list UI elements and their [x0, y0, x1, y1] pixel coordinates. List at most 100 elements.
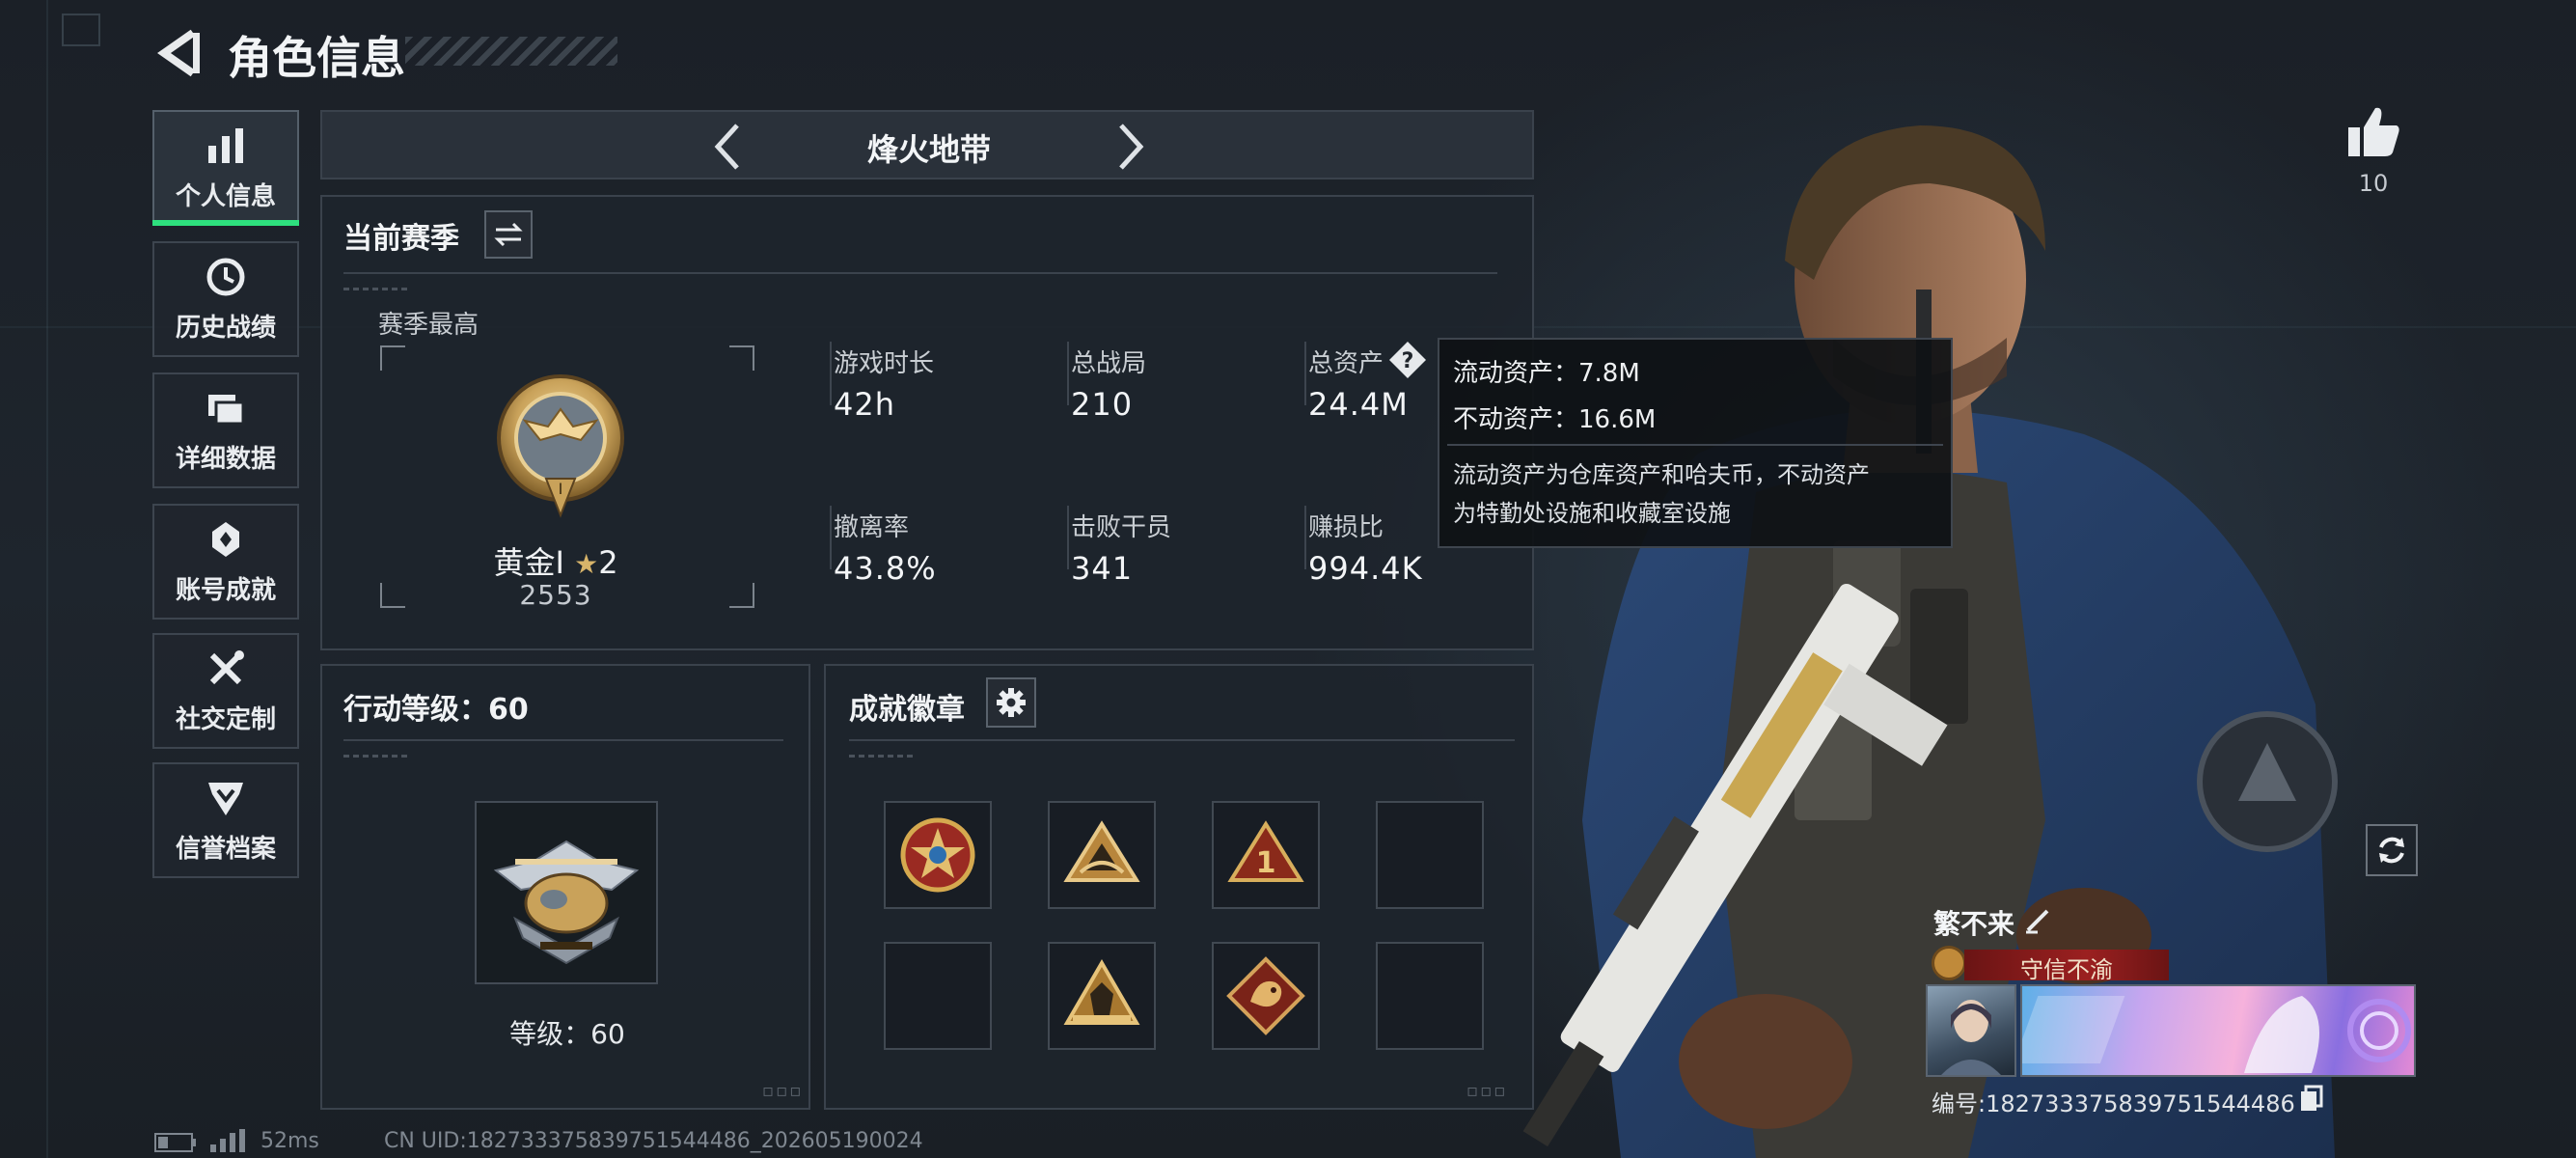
credit-icon — [208, 782, 243, 815]
achievements-mini-rule — [849, 755, 917, 758]
stat-label-total-matches: 总战局 — [1071, 349, 1147, 378]
stat-label-operators-defeated: 击败干员 — [1071, 513, 1172, 542]
action-level-emblem-frame[interactable] — [475, 801, 658, 984]
tooltip-description-2: 为特勤处设施和收藏室设施 — [1453, 500, 1731, 527]
badge-slot-empty[interactable] — [884, 942, 992, 1050]
stat-value-operators-defeated: 341 — [1071, 550, 1134, 587]
dragon-badge — [1226, 956, 1305, 1035]
sidebar-item-label: 详细数据 — [175, 444, 276, 474]
status-bar: 52ms CN UID:182733375839751544486_202605… — [154, 1129, 1602, 1154]
stat-divider — [1304, 342, 1306, 405]
helicopter-emblem — [493, 840, 640, 965]
assets-help-button[interactable]: ? — [1387, 340, 1428, 384]
clock-history-icon — [206, 258, 245, 295]
player-name: 繁不来 — [1933, 908, 2015, 940]
refresh-button[interactable] — [2366, 824, 2418, 876]
action-level-divider — [343, 739, 783, 741]
back-button[interactable] — [154, 27, 203, 79]
season-title: 当前赛季 — [343, 222, 459, 256]
swap-icon — [494, 222, 523, 247]
stat-label-extraction-rate: 撤离率 — [834, 513, 910, 542]
action-level-mini-rule — [343, 755, 411, 758]
ping-text: 52ms — [260, 1129, 319, 1153]
sidebar-item-label: 历史战绩 — [175, 313, 276, 343]
back-arrow-icon — [157, 29, 200, 77]
sidebar-item-social[interactable]: 社交定制 — [152, 633, 299, 749]
stat-label-playtime: 游戏时长 — [834, 349, 935, 378]
sidebar-item-label: 信誉档案 — [175, 834, 276, 864]
rank-emblem-gold: I — [497, 374, 624, 518]
stat-value-playtime: 42h — [834, 386, 895, 423]
next-mode-button[interactable] — [1110, 120, 1152, 174]
stat-divider — [1304, 506, 1306, 569]
banner-art — [2013, 996, 2411, 1073]
frame-corner — [729, 583, 754, 608]
player-avatar[interactable] — [1926, 984, 2016, 1077]
tooltip-fixed-assets: 不动资产：16.6M — [1453, 405, 1657, 434]
like-button[interactable] — [2344, 102, 2402, 160]
season-switch-button[interactable] — [484, 210, 533, 259]
stat-value-total-matches: 210 — [1071, 386, 1134, 423]
action-level-panel: 行动等级：60 等级：60 ▫▫▫ — [320, 664, 810, 1110]
player-card: 繁不来 守信不渝 编号:182733375839751544486 — [1926, 896, 2418, 1117]
season-divider — [343, 272, 1497, 274]
sidebar-item-label: 账号成就 — [175, 575, 276, 605]
stat-value-extraction-rate: 43.8% — [834, 550, 937, 587]
copy-id-button[interactable] — [2298, 1085, 2325, 1112]
stat-divider — [830, 342, 832, 405]
achievements-divider — [849, 739, 1515, 741]
stat-divider — [830, 506, 832, 569]
action-level-title: 行动等级：60 — [343, 693, 529, 727]
title-badge-text: 守信不渝 — [2020, 956, 2113, 983]
title-stripes — [405, 37, 617, 66]
signal-icon — [210, 1129, 245, 1152]
svg-text:?: ? — [1402, 349, 1414, 373]
star-emblem-badge — [900, 817, 975, 893]
tools-icon — [209, 649, 244, 684]
sidebar-item-credit[interactable]: 信誉档案 — [152, 762, 299, 878]
svg-text:I: I — [559, 480, 563, 498]
player-id: 编号:182733375839751544486 — [1932, 1090, 2295, 1117]
sidebar-item-detailed-data[interactable]: 详细数据 — [152, 372, 299, 488]
badge-slot[interactable]: 1 — [1212, 801, 1320, 909]
season-best-label: 赛季最高 — [378, 311, 480, 340]
badge-slot[interactable] — [1048, 942, 1156, 1050]
badge-slot[interactable] — [884, 801, 992, 909]
edit-name-button[interactable] — [2022, 903, 2055, 936]
achievements-settings-button[interactable] — [986, 677, 1036, 728]
sidebar-item-match-history[interactable]: 历史战绩 — [152, 241, 299, 357]
mode-title: 烽火地带 — [866, 131, 991, 168]
frame-corner — [729, 345, 754, 371]
player-banner[interactable] — [2013, 984, 2416, 1077]
stat-divider — [1067, 506, 1069, 569]
rank-name: 黄金Ⅰ — [493, 544, 564, 581]
badge-slot[interactable] — [1048, 801, 1156, 909]
chevron-right-icon — [1119, 124, 1144, 170]
rank-stars: 2 — [598, 544, 618, 581]
refresh-icon — [2379, 837, 2404, 864]
like-count: 10 — [2358, 170, 2389, 197]
number-one-badge: 1 — [1227, 820, 1304, 882]
achievement-icon — [212, 521, 239, 557]
sidebar-item-achievements[interactable]: 账号成就 — [152, 504, 299, 620]
pencil-icon — [2026, 909, 2049, 934]
sidebar-item-label: 社交定制 — [175, 704, 276, 734]
stat-label-total-assets: 总资产 — [1308, 349, 1384, 378]
action-level-label: 等级：60 — [509, 1018, 625, 1050]
rank-name-row: 黄金Ⅰ ★2 — [419, 538, 693, 583]
stat-label-profit-ratio: 赚损比 — [1308, 513, 1384, 542]
badge-slot[interactable] — [1212, 942, 1320, 1050]
rank-points: 2553 — [519, 579, 592, 611]
achievements-panel: 成就徽章 1 ▫▫▫ — [824, 664, 1534, 1110]
gear-icon — [997, 688, 1026, 717]
mode-selector: 烽火地带 — [320, 110, 1534, 179]
bar-chart-icon — [208, 127, 243, 163]
panel-corner-deco: ▫▫▫ — [762, 1081, 804, 1101]
assets-tooltip: 流动资产：7.8M 不动资产：16.6M 流动资产为仓库资产和哈夫币，不动资产 … — [1438, 338, 1953, 548]
copy-icon — [2301, 1085, 2323, 1111]
question-icon: ? — [1389, 342, 1426, 378]
star-icon: ★ — [574, 548, 599, 580]
sidebar-item-personal-info[interactable]: 个人信息 — [152, 110, 299, 226]
stat-divider — [1067, 342, 1069, 405]
background-corner-mark — [62, 14, 100, 46]
